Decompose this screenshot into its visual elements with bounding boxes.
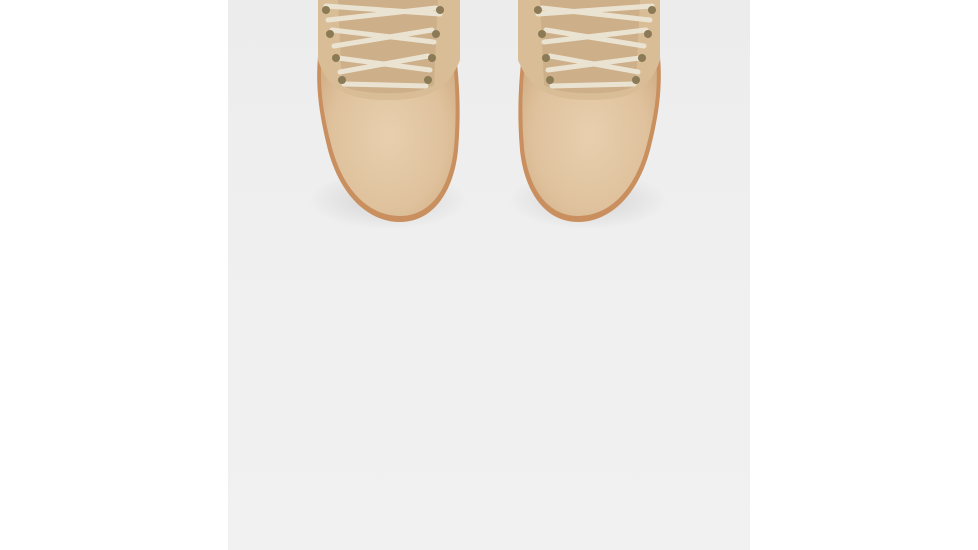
boots-illustration bbox=[308, 0, 668, 230]
product-image bbox=[228, 0, 750, 550]
page bbox=[0, 0, 978, 550]
